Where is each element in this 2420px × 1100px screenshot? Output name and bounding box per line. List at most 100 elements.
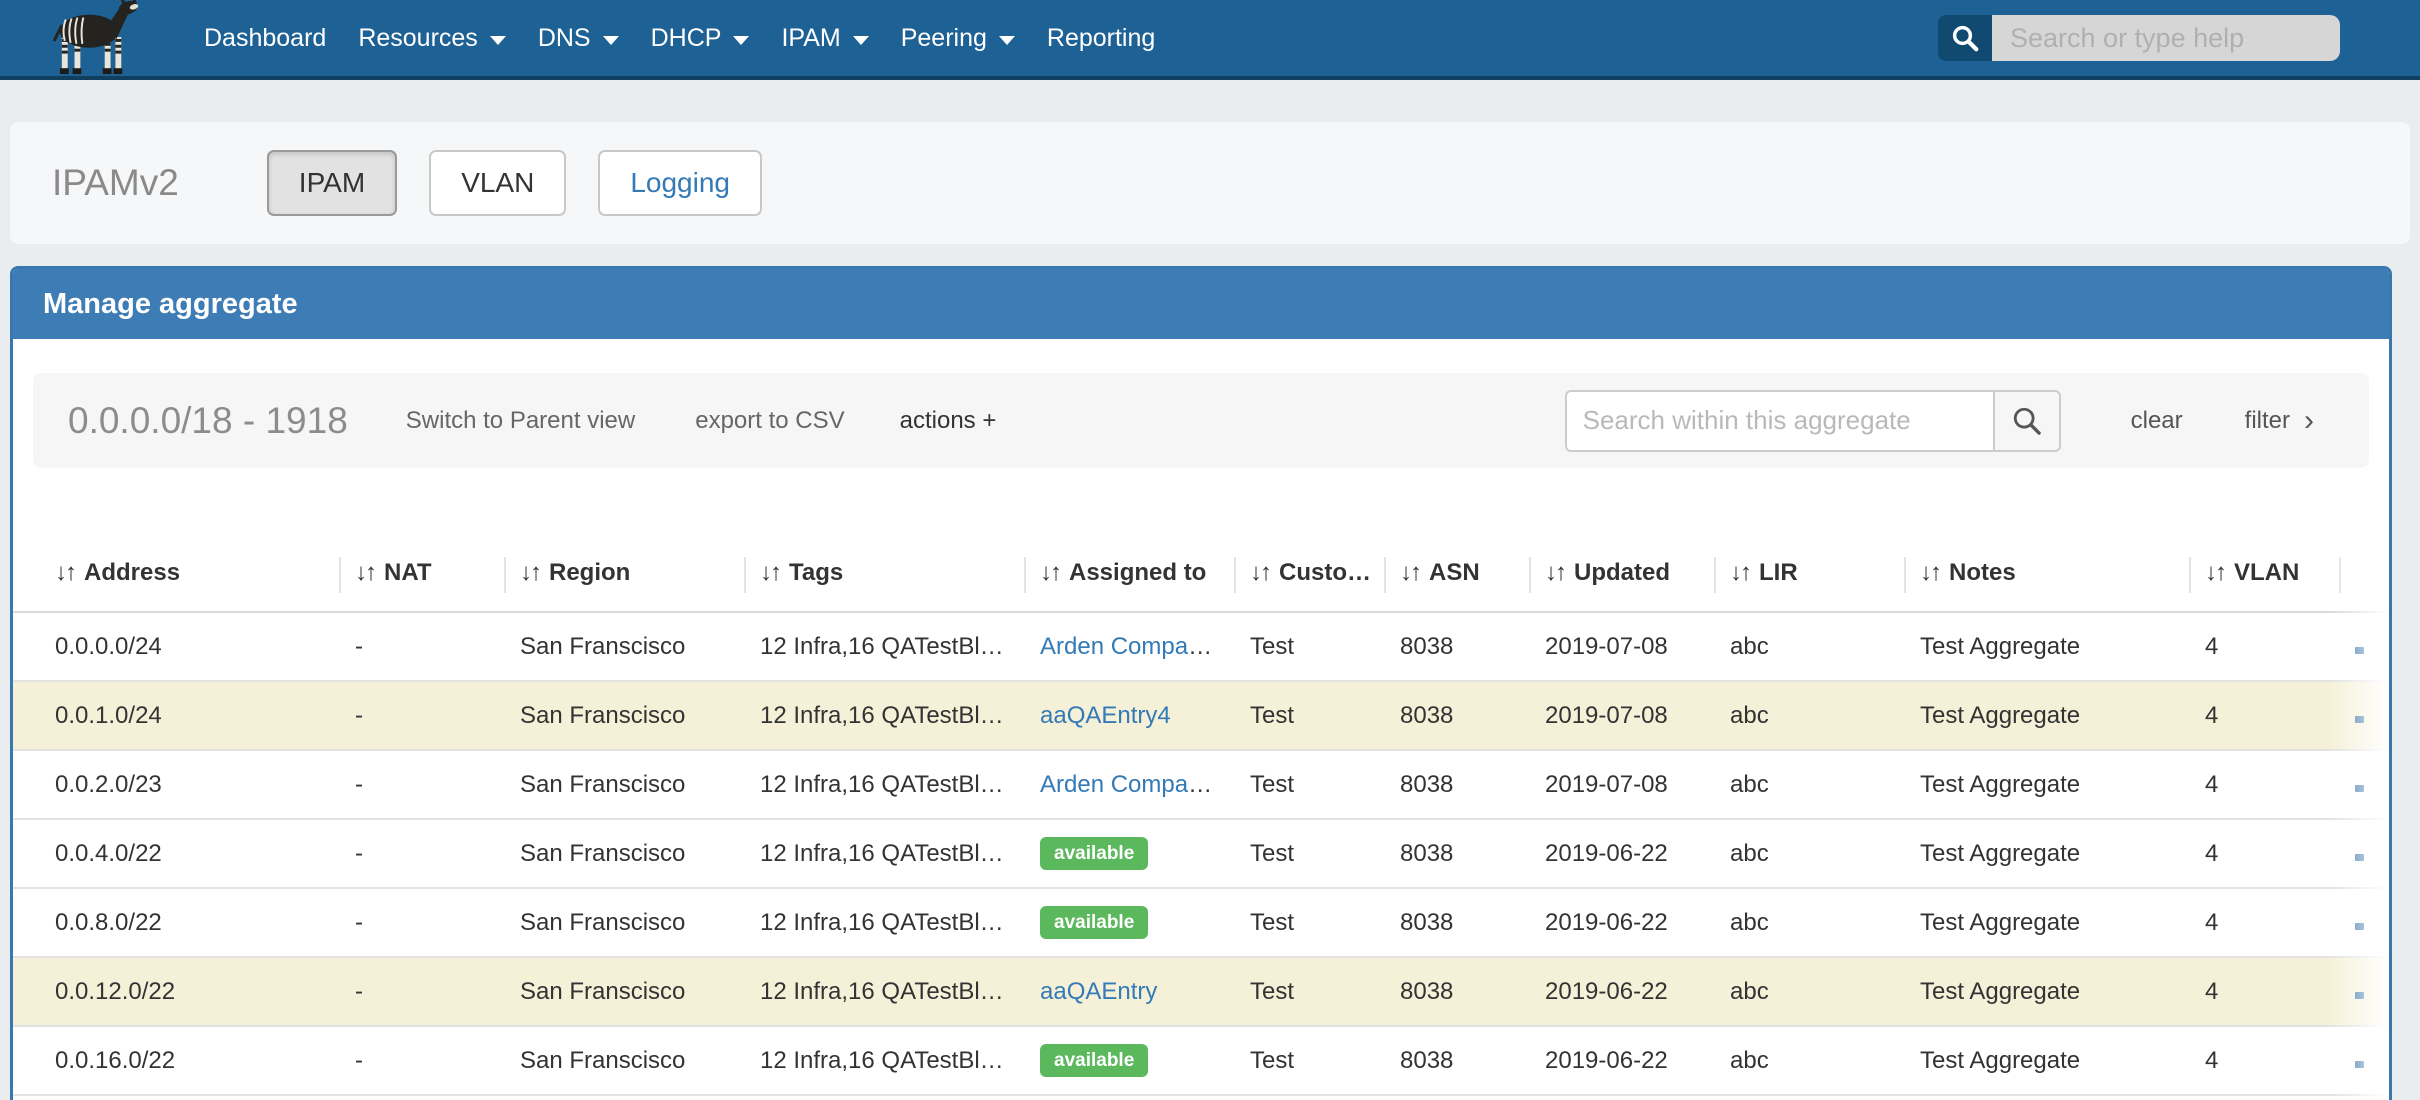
cell-region: San Franscisco	[506, 750, 746, 819]
cell-address: 0.0.1.0/24	[13, 681, 341, 750]
clear-link[interactable]: clear	[2131, 407, 2183, 435]
export-csv-link[interactable]: export to CSV	[695, 407, 844, 435]
nav-item-reporting[interactable]: Reporting	[1031, 0, 1171, 76]
sort-icon[interactable]: ↓↑	[1920, 559, 1940, 586]
sort-icon[interactable]: ↓↑	[1400, 559, 1420, 586]
sort-icon[interactable]: ↓↑	[55, 559, 75, 586]
cell-address: 0.0.12.0/22	[13, 957, 341, 1026]
assigned-link[interactable]: aaQAEntry	[1040, 978, 1157, 1005]
cell-clipped	[2341, 888, 2392, 957]
table-row[interactable]: 0.0.12.0/22 - San Franscisco 12 Infra,16…	[13, 957, 2392, 1026]
column-header-label: Region	[549, 559, 630, 586]
sort-icon[interactable]: ↓↑	[2205, 559, 2225, 586]
sort-icon[interactable]: ↓↑	[1545, 559, 1565, 586]
cell-notes: Test Aggregate	[1906, 957, 2191, 1026]
nav-item-ipam[interactable]: IPAM	[765, 0, 884, 76]
cell-region: San Franscisco	[506, 819, 746, 888]
cell-asn: 8038	[1386, 1026, 1531, 1095]
sort-icon[interactable]: ↓↑	[1040, 559, 1060, 586]
cell-nat: -	[341, 681, 506, 750]
table-row[interactable]: 0.0.1.0/24 - San Franscisco 12 Infra,16 …	[13, 681, 2392, 750]
column-header-label: Notes	[1949, 559, 2016, 586]
okapi-logo[interactable]	[38, 0, 154, 76]
column-header-label: NAT	[384, 559, 432, 586]
clipped-link-fragment	[2355, 785, 2364, 792]
cell-nat: -	[341, 957, 506, 1026]
cell-nat: -	[341, 819, 506, 888]
column-header-label: Assigned to	[1069, 559, 1206, 586]
tab-logging[interactable]: Logging	[598, 150, 762, 216]
aggregate-search-button[interactable]	[1995, 390, 2061, 452]
cell-region: San Franscisco	[506, 681, 746, 750]
cell-lir: abc	[1716, 888, 1906, 957]
tab-vlan[interactable]: VLAN	[429, 150, 566, 216]
sort-icon[interactable]: ↓↑	[355, 559, 375, 586]
clipped-link-fragment	[2355, 854, 2364, 861]
column-header-vlan[interactable]: ↓↑ VLAN	[2191, 535, 2341, 612]
column-header-label: VLAN	[2234, 559, 2299, 586]
filter-link[interactable]: filter ›	[2245, 406, 2314, 436]
column-header-updated[interactable]: ↓↑Updated	[1531, 535, 1716, 612]
column-header-assigned-to[interactable]: ↓↑ Assigned to	[1026, 535, 1236, 612]
column-header-nat[interactable]: ↓↑ NAT	[341, 535, 506, 612]
column-header-address[interactable]: ↓↑Address	[13, 535, 341, 612]
clipped-link-fragment	[2355, 716, 2364, 723]
assigned-link[interactable]: aaQAEntry4	[1040, 702, 1171, 729]
table-row[interactable]: 0.0.0.0/24 - San Franscisco 12 Infra,16 …	[13, 612, 2392, 681]
cell-vlan: 4	[2191, 957, 2341, 1026]
sort-icon[interactable]: ↓↑	[760, 559, 780, 586]
column-header-lir[interactable]: ↓↑ LIR	[1716, 535, 1906, 612]
nav-item-dhcp[interactable]: DHCP	[635, 0, 766, 76]
column-header-tags[interactable]: ↓↑Tags	[746, 535, 1026, 612]
nav-item-dashboard[interactable]: Dashboard	[188, 0, 342, 76]
manage-aggregate-panel: Manage aggregate 0.0.0.0/18 - 1918 Switc…	[10, 266, 2392, 1100]
cell-tags: 12 Infra,16 QATestBl…	[746, 681, 1026, 750]
switch-parent-view-link[interactable]: Switch to Parent view	[406, 407, 635, 435]
nav-item-resources[interactable]: Resources	[342, 0, 522, 76]
global-search-input[interactable]	[1992, 15, 2340, 61]
cell-vlan: 4	[2191, 681, 2341, 750]
nav-item-label: DNS	[538, 24, 591, 53]
cell-region: San Franscisco	[506, 612, 746, 681]
cell-notes: Test Aggregate	[1906, 888, 2191, 957]
column-header-region[interactable]: ↓↑ Region	[506, 535, 746, 612]
cell-clipped	[2341, 750, 2392, 819]
cell-region: San Franscisco	[506, 1026, 746, 1095]
sort-icon[interactable]: ↓↑	[1250, 559, 1270, 586]
cell-customer: Test	[1236, 612, 1386, 681]
cell-vlan: 4	[2191, 612, 2341, 681]
sort-icon[interactable]: ↓↑	[1730, 559, 1750, 586]
cell-clipped	[2341, 612, 2392, 681]
global-search-button[interactable]	[1938, 15, 1992, 61]
panel-title: Manage aggregate	[13, 269, 2389, 339]
cell-customer: Test	[1236, 681, 1386, 750]
nav-item-label: DHCP	[651, 24, 722, 53]
assigned-link[interactable]: Arden Compa	[1040, 771, 1188, 798]
sort-icon[interactable]: ↓↑	[520, 559, 540, 586]
cell-lir: abc	[1716, 819, 1906, 888]
cell-nat: -	[341, 1026, 506, 1095]
cell-asn: 8038	[1386, 819, 1531, 888]
table-row[interactable]: 0.0.8.0/22 - San Franscisco 12 Infra,16 …	[13, 888, 2392, 957]
column-header-asn[interactable]: ↓↑ASN	[1386, 535, 1531, 612]
nav-item-dns[interactable]: DNS	[522, 0, 635, 76]
table-row[interactable]: 0.0.16.0/22 - San Franscisco 12 Infra,16…	[13, 1026, 2392, 1095]
assigned-link[interactable]: Arden Compa	[1040, 633, 1188, 660]
cell-assigned: available	[1026, 819, 1236, 888]
table-row[interactable]: 0.0.2.0/23 - San Franscisco 12 Infra,16 …	[13, 750, 2392, 819]
cell-asn: 8038	[1386, 750, 1531, 819]
actions-menu[interactable]: actions +	[900, 407, 997, 435]
top-navbar: Dashboard Resources DNS DHCP IPAM Peerin…	[0, 0, 2420, 80]
column-header-notes[interactable]: ↓↑ Notes	[1906, 535, 2191, 612]
cell-address: 0.0.4.0/22	[13, 819, 341, 888]
filter-label: filter	[2245, 407, 2290, 435]
column-header-label: LIR	[1759, 559, 1798, 586]
aggregate-search-input[interactable]	[1565, 390, 1995, 452]
nav-item-peering[interactable]: Peering	[885, 0, 1031, 76]
tab-ipam[interactable]: IPAM	[267, 150, 397, 216]
table-row[interactable]: 0.0.4.0/22 - San Franscisco 12 Infra,16 …	[13, 819, 2392, 888]
cell-lir: abc	[1716, 957, 1906, 1026]
page-header-panel: IPAMv2 IPAM VLAN Logging	[10, 122, 2410, 244]
cell-assigned: available	[1026, 1026, 1236, 1095]
column-header-custo[interactable]: ↓↑Custo…	[1236, 535, 1386, 612]
